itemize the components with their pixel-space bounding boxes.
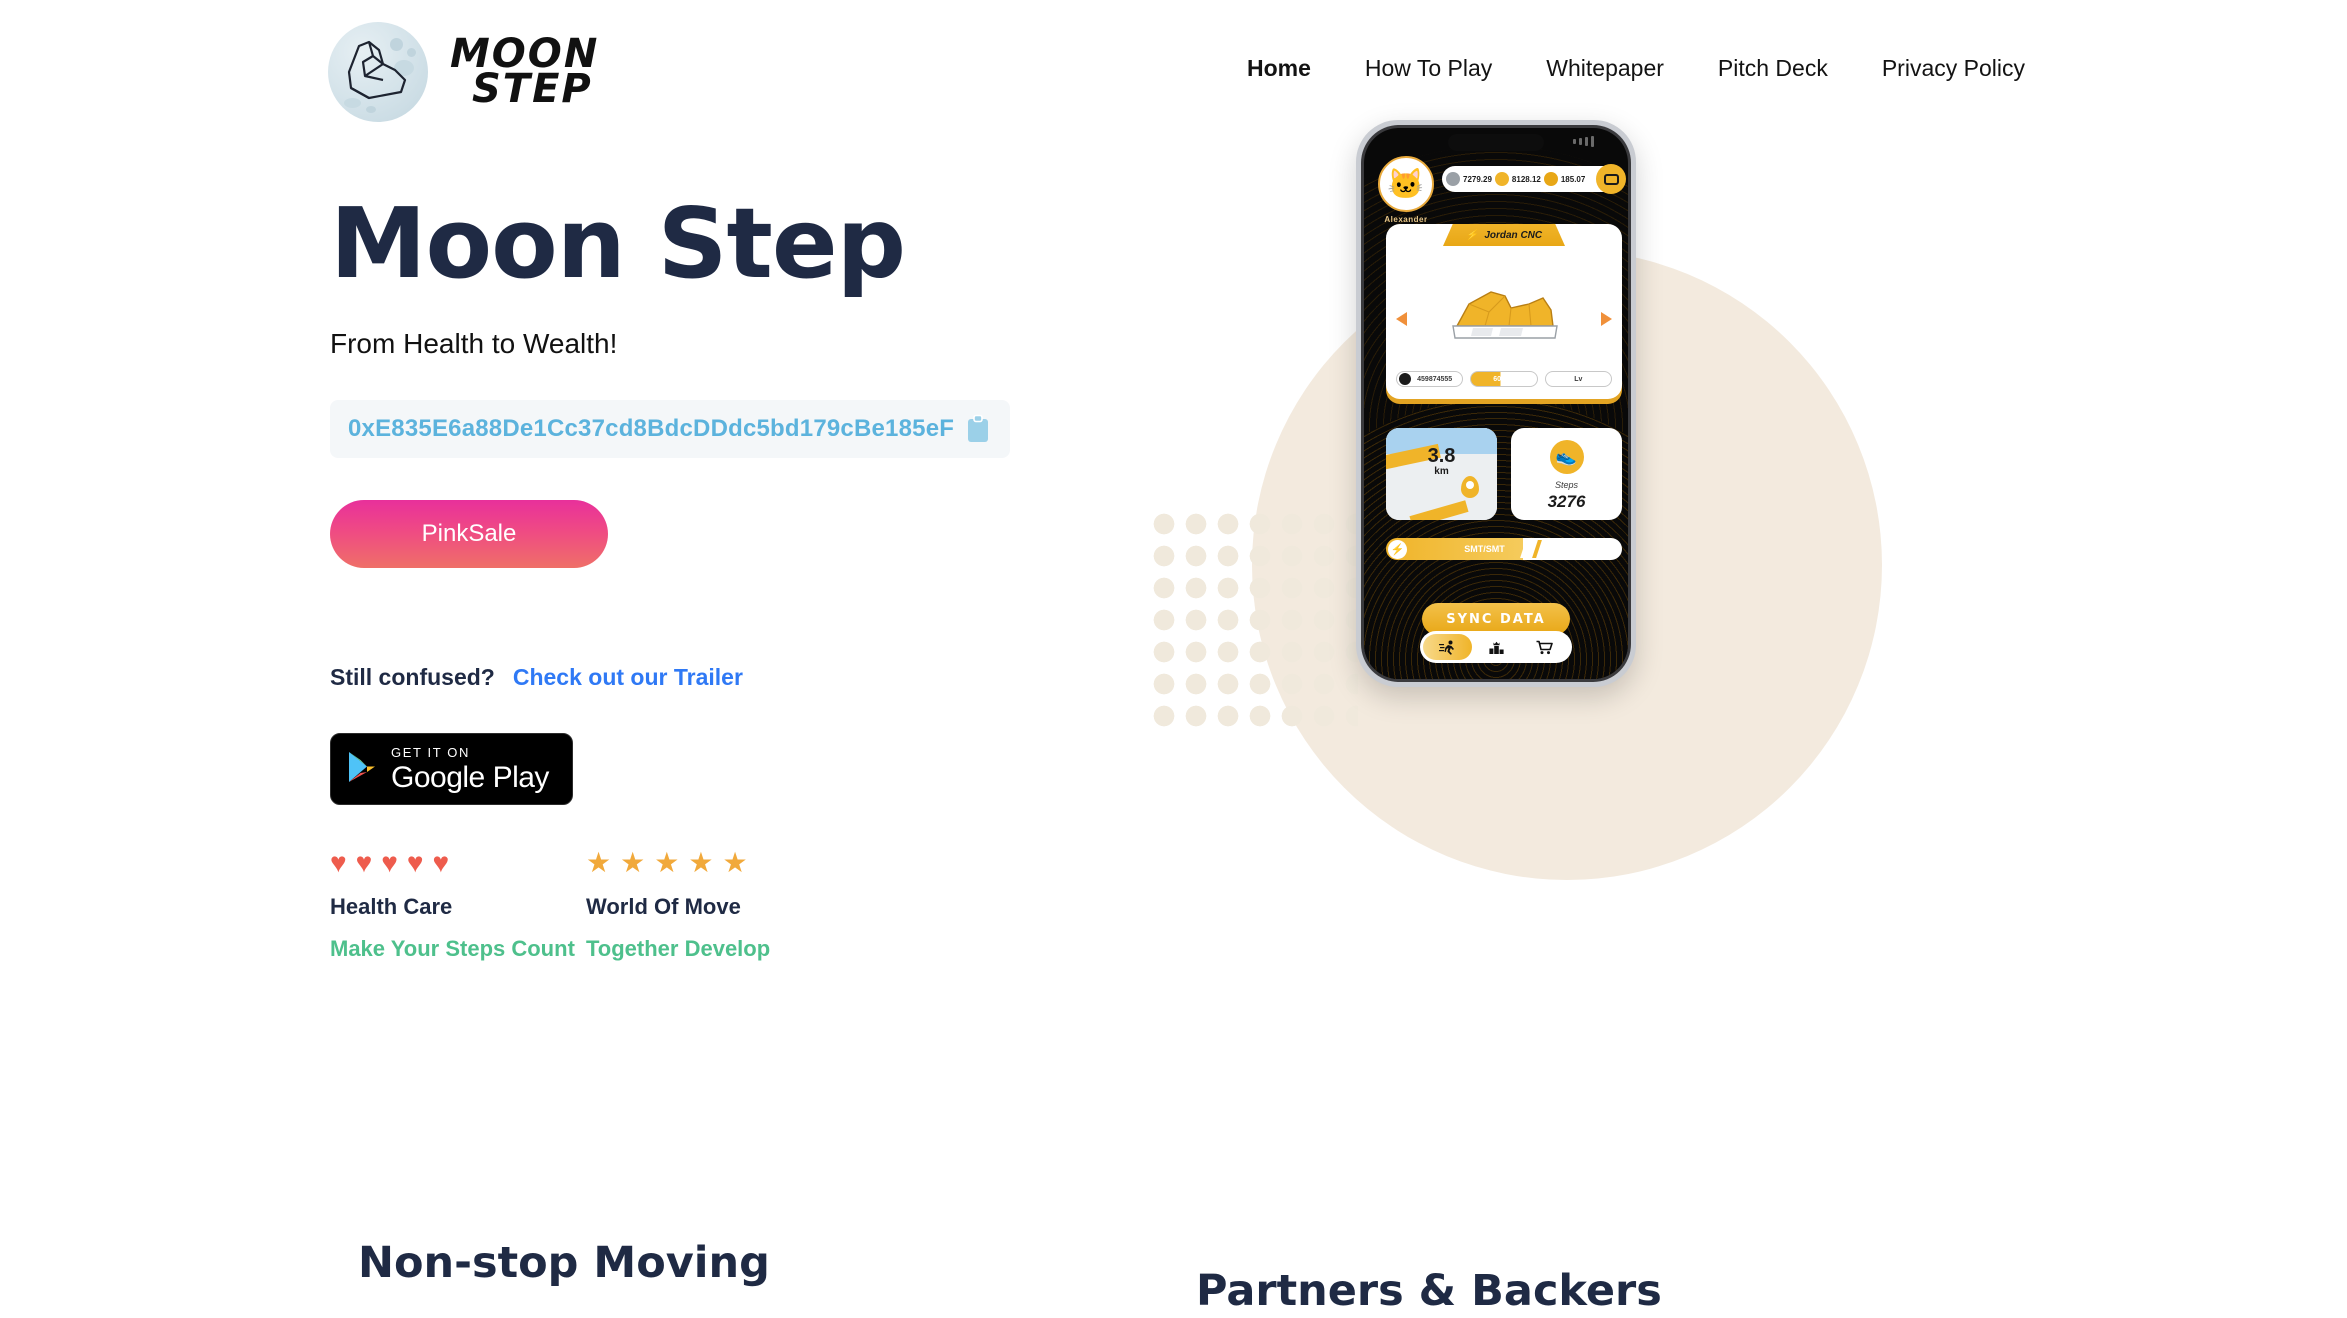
map-distance-unit: km: [1434, 466, 1449, 477]
star-icon: ★: [586, 847, 612, 878]
durability-value: 60/100: [1493, 375, 1515, 383]
page-title: Moon Step: [330, 187, 906, 300]
nav-item-home[interactable]: Home: [1220, 55, 1338, 82]
heart-icon: ♥: [330, 847, 347, 878]
durability-pill: 60/100: [1470, 371, 1538, 387]
status-bar: [1573, 136, 1594, 147]
stat-coin: 185.07: [1543, 172, 1586, 186]
stat-energy: 8128.12: [1494, 172, 1541, 186]
shoe-name-tab: ⚡ Jordan CNC: [1443, 224, 1565, 246]
hero-left-column: Moon Step From Health to Wealth! 0xE835E…: [330, 195, 1090, 962]
star-icon-group: ★ ★ ★ ★ ★: [586, 849, 842, 877]
chevron-right-icon[interactable]: [1601, 312, 1612, 326]
heart-icon: ♥: [406, 847, 424, 878]
tab-shop[interactable]: [1520, 634, 1569, 660]
moon-sneaker-icon: [328, 22, 428, 122]
star-icon: ★: [722, 847, 748, 878]
tab-leaderboard[interactable]: [1472, 634, 1521, 660]
stat-gray-token: 7279.29: [1446, 172, 1492, 186]
nav-item-privacy-policy[interactable]: Privacy Policy: [1855, 55, 2052, 82]
cat-avatar-icon: 🐱: [1378, 156, 1434, 212]
confused-label: Still confused?: [330, 664, 495, 690]
level-pill: Lv: [1544, 371, 1612, 387]
heart-icon-group: ♥ ♥ ♥ ♥ ♥: [330, 849, 586, 877]
phone-mockup: 🐱 Alexander 7279.29 8128.12 185.07 ⚡ Jor…: [1356, 120, 1636, 687]
bolt-icon: ⚡: [1465, 229, 1479, 241]
phone-screen: 🐱 Alexander 7279.29 8128.12 185.07 ⚡ Jor…: [1364, 128, 1628, 679]
google-play-triangle-icon: [347, 750, 377, 789]
google-play-text: GET IT ON Google Play: [391, 746, 549, 793]
heart-icon: ♥: [432, 847, 450, 878]
stat-value: 7279.29: [1463, 174, 1492, 184]
brand-wordmark: MOON STEP: [450, 34, 599, 112]
steps-value: 3276: [1547, 492, 1586, 511]
token-progress-bar: ⚡ SMT/SMT: [1386, 538, 1622, 560]
gold-coin-icon: [1543, 172, 1558, 186]
sneaker-nft-icon: [1452, 291, 1558, 339]
tab-run[interactable]: [1423, 634, 1472, 660]
map-distance-value: 3.8: [1427, 445, 1456, 467]
star-icon: ★: [620, 847, 646, 878]
feature-title: World Of Move: [586, 894, 741, 919]
star-icon: ★: [688, 847, 714, 878]
brand-line-2: STEP: [472, 66, 593, 112]
steps-label: Steps: [1554, 480, 1578, 490]
bottom-tab-bar: [1420, 631, 1572, 663]
main-nav: Home How To Play Whitepaper Pitch Deck P…: [1220, 55, 2052, 82]
profile-block[interactable]: 🐱 Alexander: [1378, 156, 1434, 224]
energy-bolt-icon: ⚡: [1388, 539, 1407, 559]
energy-bolt-icon: [1494, 172, 1509, 186]
section-heading-non-stop-moving: Non-stop Moving: [358, 1238, 770, 1288]
clipboard-icon[interactable]: [964, 414, 992, 444]
phone-notch: [1448, 134, 1544, 151]
feature-health-care: ♥ ♥ ♥ ♥ ♥ Health Care Make Your Steps Co…: [330, 849, 586, 962]
feature-subtitle: Make Your Steps Count: [330, 936, 575, 961]
hero-subtitle: From Health to Wealth!: [330, 328, 618, 359]
feature-title: Health Care: [330, 894, 453, 919]
gray-token-icon: [1446, 172, 1460, 186]
map-pin-icon: [1461, 476, 1479, 498]
shoe-name-label: Jordan CNC: [1484, 229, 1543, 241]
google-play-small-label: GET IT ON: [391, 744, 470, 760]
pinksale-button[interactable]: PinkSale: [330, 500, 608, 568]
steps-tile[interactable]: 👟 Steps 3276: [1511, 428, 1622, 520]
google-play-badge[interactable]: GET IT ON Google Play: [330, 733, 573, 805]
star-icon: ★: [654, 847, 680, 878]
decorative-dot-grid: [1148, 508, 1358, 728]
contract-address-value: 0xE835E6a88De1Cc37cd8BdcDDdc5bd179cBe185…: [348, 415, 955, 442]
chevron-left-icon[interactable]: [1396, 312, 1407, 326]
map-tile[interactable]: 3.8 km: [1386, 428, 1497, 520]
stat-value: 8128.12: [1511, 174, 1541, 184]
stats-bar: 7279.29 8128.12 185.07: [1442, 164, 1626, 194]
profile-name: Alexander: [1384, 215, 1428, 224]
nav-item-whitepaper[interactable]: Whitepaper: [1519, 55, 1691, 82]
contract-address-box[interactable]: 0xE835E6a88De1Cc37cd8BdcDDdc5bd179cBe185…: [330, 400, 1010, 458]
heart-icon: ♥: [355, 847, 373, 878]
trailer-link[interactable]: Check out our Trailer: [513, 664, 743, 691]
nav-item-pitch-deck[interactable]: Pitch Deck: [1691, 55, 1855, 82]
google-play-big-label: Google Play: [391, 760, 549, 794]
stat-value: 185.07: [1560, 174, 1586, 184]
landing-page: MOON STEP Home How To Play Whitepaper Pi…: [0, 0, 2347, 1318]
feature-subtitle: Together Develop: [586, 936, 771, 961]
brand-logo[interactable]: MOON STEP: [328, 22, 599, 122]
stat-tiles: 3.8 km 👟 Steps 3276: [1386, 428, 1622, 520]
section-heading-partners-backers: Partners & Backers: [1196, 1266, 1662, 1316]
nft-shoe-card: ⚡ Jordan CNC 459874555 60/100 Lv: [1386, 224, 1622, 399]
hero-right-column: 🐱 Alexander 7279.29 8128.12 185.07 ⚡ Jor…: [1130, 120, 2130, 970]
nav-item-how-to-play[interactable]: How To Play: [1338, 55, 1519, 82]
feature-world-of-move: ★ ★ ★ ★ ★ World Of Move Together Develop: [586, 849, 842, 962]
feature-row: ♥ ♥ ♥ ♥ ♥ Health Care Make Your Steps Co…: [330, 849, 1090, 962]
level-value: Lv: [1574, 375, 1583, 383]
wallet-icon[interactable]: [1596, 164, 1626, 194]
heart-icon: ♥: [381, 847, 398, 878]
serial-pill: 459874555: [1396, 371, 1464, 387]
serial-value: 459874555: [1417, 375, 1453, 383]
shoe-step-icon: 👟: [1549, 440, 1584, 474]
trailer-row: Still confused? Check out our Trailer: [330, 664, 1090, 691]
map-distance: 3.8 km: [1428, 446, 1456, 477]
shoe-stat-pills: 459874555 60/100 Lv: [1396, 371, 1612, 387]
